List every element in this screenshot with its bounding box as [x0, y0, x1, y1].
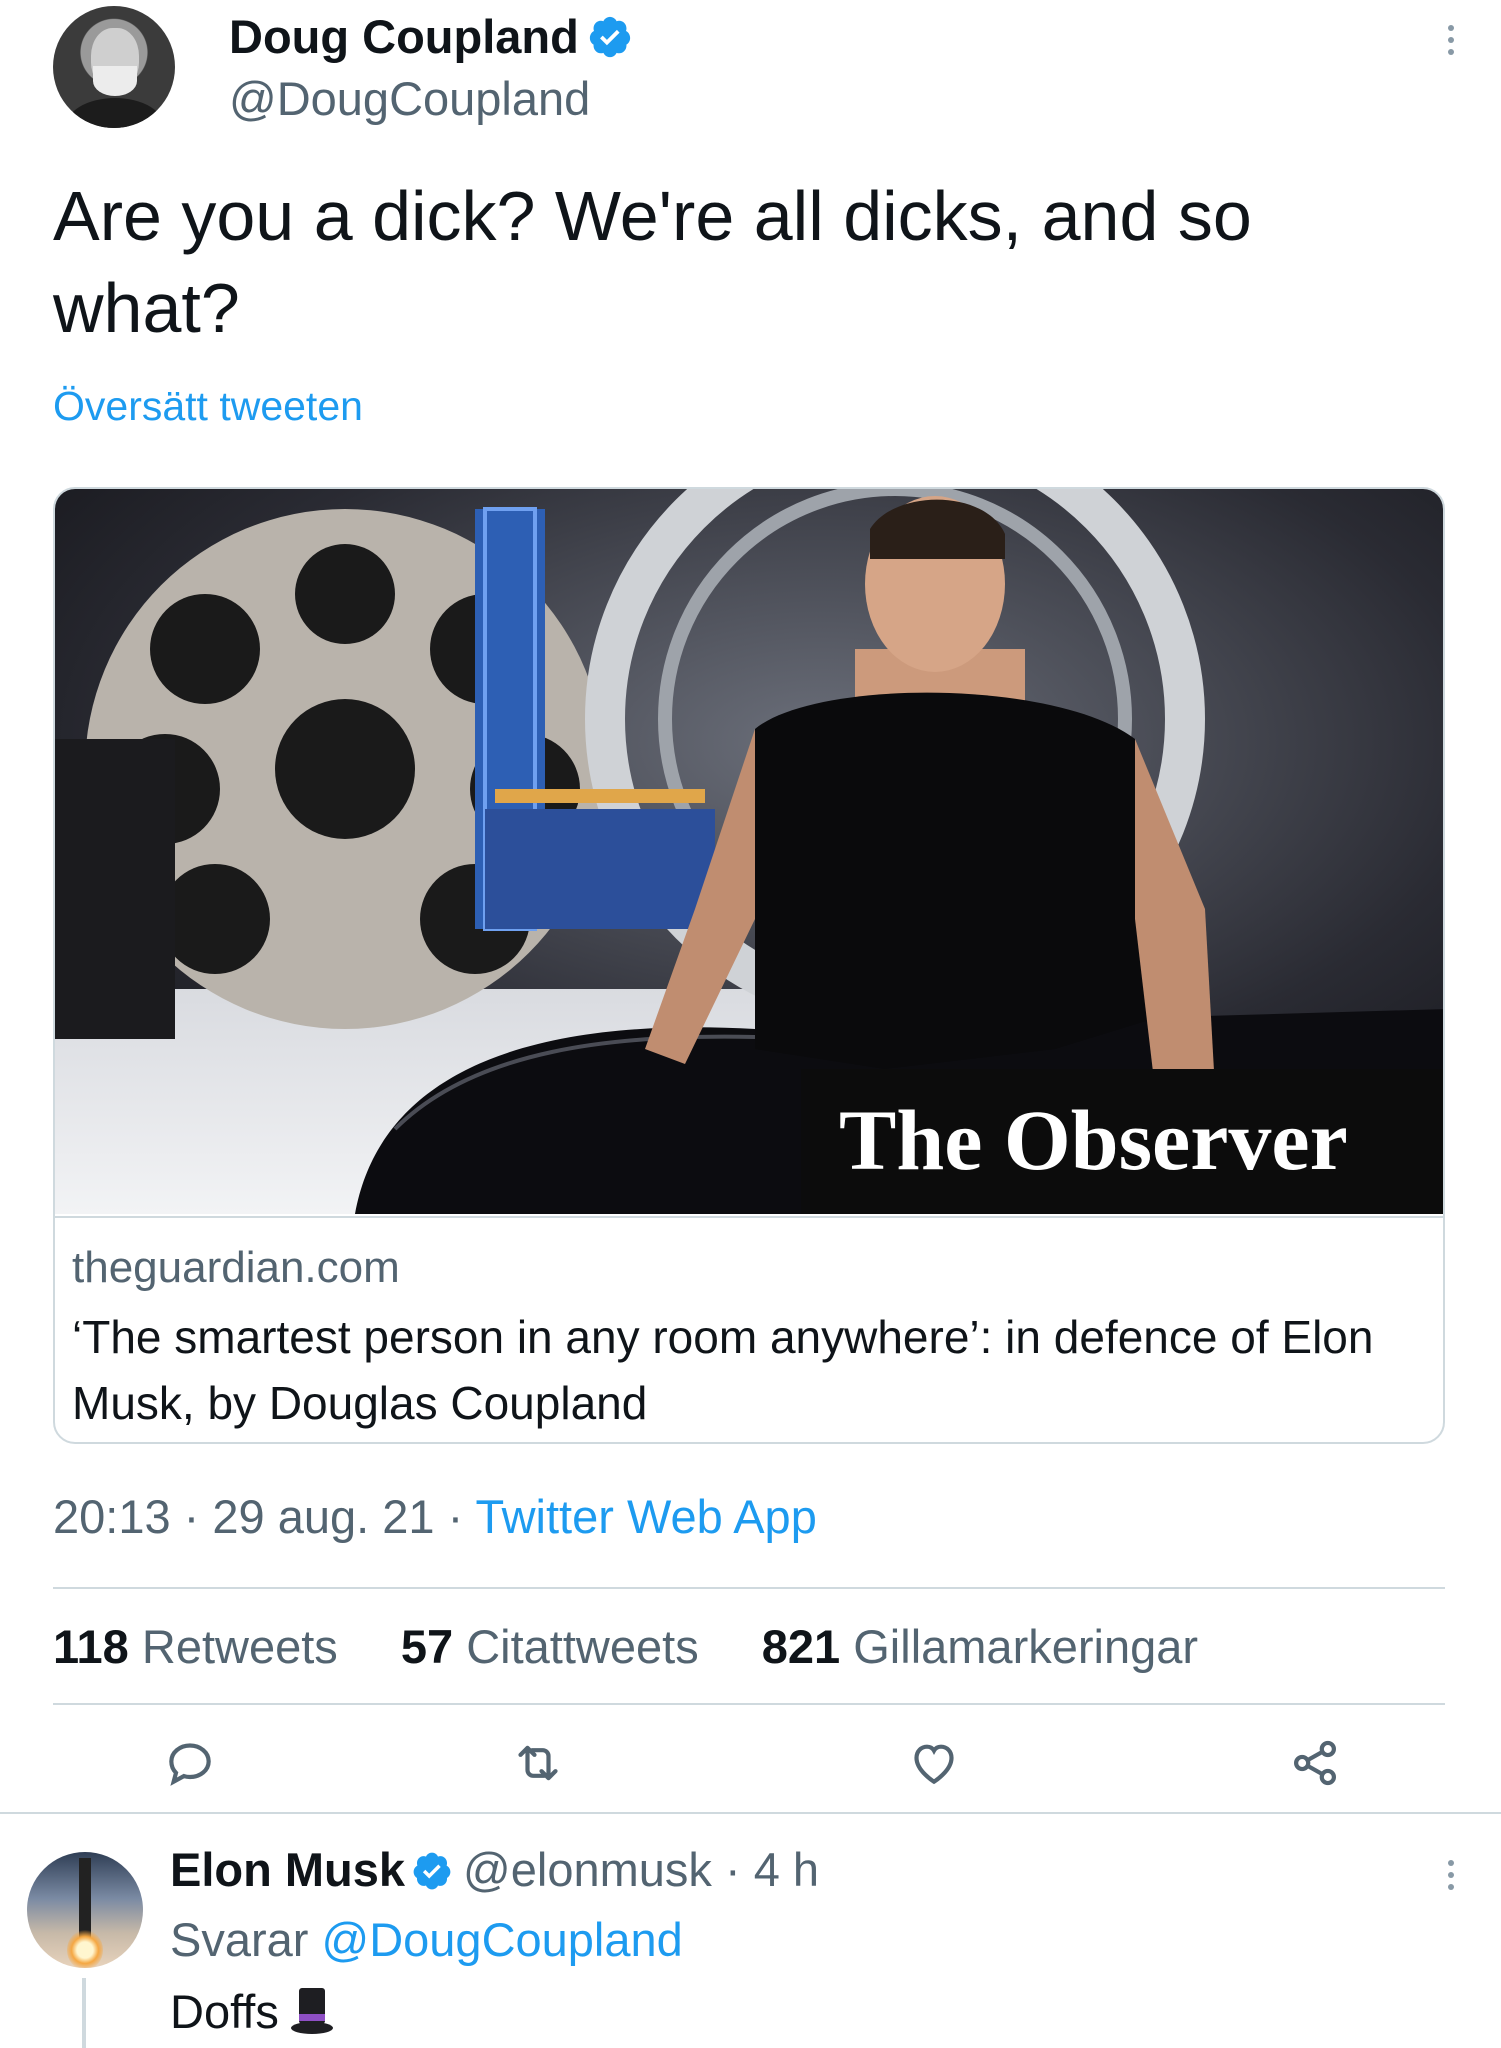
card-image[interactable]: The Observer	[55, 489, 1445, 1214]
retweets-label: Retweets	[141, 1620, 338, 1673]
retweet-icon[interactable]	[510, 1735, 566, 1791]
card-image-caption: The Observer	[839, 1092, 1348, 1188]
retweets-count: 118	[53, 1620, 129, 1673]
author-name[interactable]: Doug Coupland	[229, 8, 633, 66]
tweet-date[interactable]: 29 aug. 21	[212, 1490, 434, 1543]
reply-author-name[interactable]: Elon Musk	[170, 1843, 405, 1896]
verified-badge-icon	[589, 16, 630, 58]
translate-link[interactable]: Översätt tweeten	[53, 380, 363, 432]
tweet-text: Are you a dick? We're all dicks, and so …	[53, 177, 1252, 347]
reply-age[interactable]: 4 h	[754, 1843, 819, 1896]
reply-author-handle[interactable]: @elonmusk	[463, 1843, 712, 1896]
retweets-stat[interactable]: 118 Retweets	[53, 1620, 338, 1673]
thread-line	[82, 1978, 86, 2048]
quote-tweets-count: 57	[400, 1620, 454, 1673]
link-card[interactable]: The Observer theguardian.com ‘The smarte…	[53, 487, 1445, 1444]
author-avatar[interactable]	[53, 6, 175, 128]
like-icon[interactable]	[906, 1735, 962, 1791]
tweet-timestamp: 20:13 · 29 aug. 21 · Twitter Web App	[53, 1490, 817, 1543]
card-meta[interactable]: theguardian.com ‘The smartest person in …	[55, 1216, 1443, 1442]
reply-more-options-icon[interactable]	[1443, 1855, 1459, 1895]
reply-text: Doffs	[170, 1982, 335, 2042]
likes-count: 821	[761, 1620, 841, 1673]
reply-author-avatar[interactable]	[27, 1852, 143, 1968]
replying-to-mention[interactable]: @DougCoupland	[322, 1913, 683, 1966]
reply-header: Elon Musk @elonmusk · 4 h	[170, 1843, 820, 1896]
verified-badge-icon	[413, 1852, 451, 1890]
top-hat-emoji-icon	[290, 1988, 333, 2034]
reply-text-content: Doffs	[170, 1985, 279, 2038]
more-options-icon[interactable]	[1443, 20, 1459, 60]
author-handle[interactable]: @DougCoupland	[229, 70, 590, 128]
tweet-source[interactable]: Twitter Web App	[475, 1490, 816, 1543]
quote-tweets-stat[interactable]: 57 Citattweets	[401, 1620, 699, 1673]
likes-label: Gillamarkeringar	[853, 1620, 1199, 1673]
card-domain: theguardian.com	[72, 1243, 400, 1292]
tweet-stats: 118 Retweets 57 Citattweets 821 Gillamar…	[53, 1617, 1248, 1677]
share-icon[interactable]	[1287, 1735, 1343, 1791]
quote-tweets-label: Citattweets	[466, 1620, 699, 1673]
reply-icon[interactable]	[162, 1735, 218, 1791]
likes-stat[interactable]: 821 Gillamarkeringar	[762, 1620, 1198, 1673]
divider	[53, 1587, 1445, 1589]
replying-prefix: Svarar	[170, 1913, 309, 1966]
card-title: ‘The smartest person in any room anywher…	[72, 1311, 1374, 1429]
replying-to: Svarar @DougCoupland	[170, 1910, 683, 1970]
section-divider	[0, 1812, 1501, 1814]
divider	[53, 1703, 1445, 1705]
tweet-time[interactable]: 20:13	[53, 1490, 171, 1543]
author-name-text[interactable]: Doug Coupland	[229, 10, 579, 63]
